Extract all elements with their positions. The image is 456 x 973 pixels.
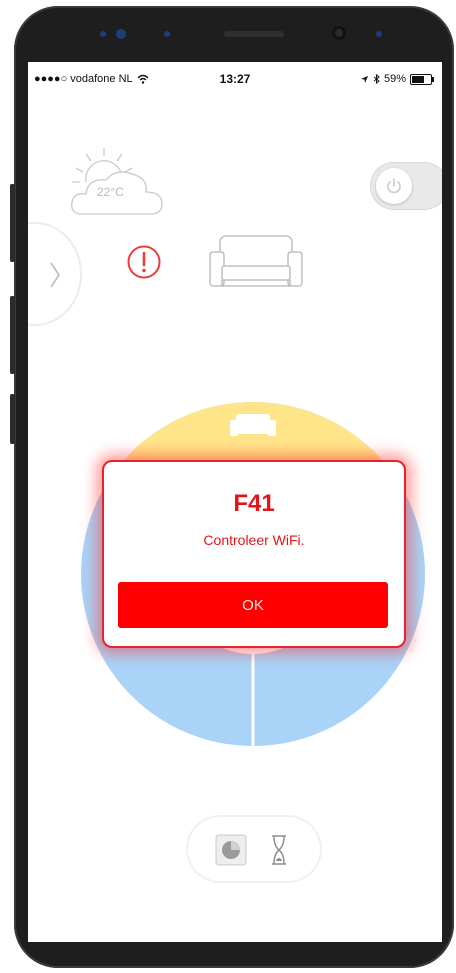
app-screen: ●●●●○ vodafone NL 13:27 59% 22°C F41 Con… bbox=[28, 62, 442, 942]
battery-percent: 59% bbox=[383, 73, 406, 85]
bottom-icons bbox=[215, 834, 286, 866]
status-right: 59% bbox=[360, 73, 434, 85]
power-icon bbox=[387, 178, 401, 194]
sensor-dot bbox=[376, 31, 382, 37]
error-dialog: F41 Controleer WiFi. OK bbox=[102, 460, 406, 648]
carrier-label: ●●●●○ vodafone NL bbox=[34, 73, 133, 85]
weather-widget: 22°C bbox=[64, 142, 174, 222]
wheel-sofa-icon bbox=[230, 414, 276, 436]
bluetooth-icon bbox=[373, 74, 380, 84]
status-bar: ●●●●○ vodafone NL 13:27 59% bbox=[28, 68, 442, 90]
temperature-label: 22°C bbox=[97, 185, 124, 199]
battery-fill bbox=[412, 75, 424, 83]
ok-button[interactable]: OK bbox=[118, 582, 388, 628]
volume-up-button bbox=[10, 184, 15, 262]
sensor-dot bbox=[164, 31, 170, 37]
top-bezel bbox=[14, 6, 454, 62]
bixby-button bbox=[10, 394, 15, 444]
power-toggle[interactable] bbox=[370, 162, 442, 210]
sofa-icon[interactable] bbox=[206, 232, 306, 292]
chevron-right-icon[interactable] bbox=[48, 260, 62, 290]
cloud-sun-icon bbox=[71, 148, 163, 215]
power-knob[interactable] bbox=[376, 168, 412, 204]
pie-chart-icon[interactable] bbox=[215, 834, 247, 866]
battery-icon bbox=[410, 73, 434, 85]
sensor-dot bbox=[100, 31, 106, 37]
front-camera bbox=[332, 26, 346, 40]
hourglass-icon[interactable] bbox=[272, 835, 286, 865]
status-left: ●●●●○ vodafone NL bbox=[34, 73, 149, 85]
volume-down-button bbox=[10, 296, 15, 374]
location-arrow-icon bbox=[360, 75, 369, 83]
warning-icon[interactable] bbox=[126, 244, 162, 280]
earpiece-speaker bbox=[224, 31, 284, 37]
phone-frame: ●●●●○ vodafone NL 13:27 59% 22°C F41 Con… bbox=[10, 6, 454, 968]
iris-sensor bbox=[116, 29, 126, 39]
bottom-control[interactable] bbox=[188, 817, 320, 881]
dialog-title: F41 bbox=[233, 490, 275, 517]
wifi-icon bbox=[137, 74, 149, 84]
dialog-message: Controleer WiFi. bbox=[203, 532, 305, 548]
